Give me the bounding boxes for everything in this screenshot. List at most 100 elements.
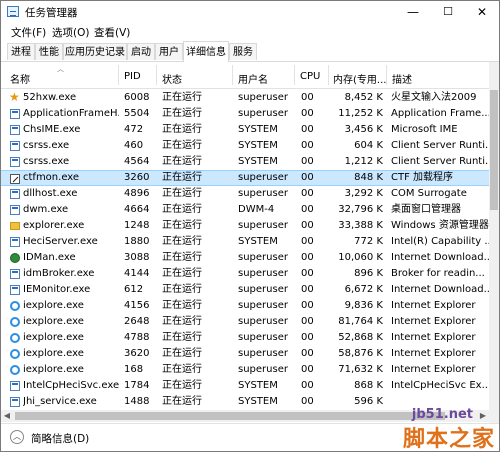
column-header-description[interactable]: 描述 [387,62,489,88]
internet-explorer-icon [10,317,20,327]
process-pid: 4144 [124,268,150,279]
process-name: idmBroker.exe [23,268,95,279]
close-button[interactable]: ✕ [465,1,499,23]
window-icon [10,109,20,119]
window-icon [10,237,20,247]
process-cpu: 00 [301,108,314,119]
process-memory: 32,796 K [338,204,383,215]
table-row[interactable]: iexplore.exe 3620 正在运行 superuser 00 58,876 K I… [1,346,489,362]
window-icon [10,189,20,199]
vertical-scrollbar[interactable] [489,62,499,423]
process-memory: 71,632 K [338,364,383,375]
process-user: superuser [238,316,288,327]
menu-view[interactable]: 查看(V) [94,25,130,40]
process-memory: 896 K [354,268,383,279]
process-memory: 868 K [354,380,383,391]
internet-explorer-icon [10,301,20,311]
process-name: iexplore.exe [23,316,84,327]
menu-file[interactable]: 文件(F) [11,25,46,40]
tab-startup[interactable]: 启动 [127,43,155,60]
process-memory: 8,452 K [344,92,383,103]
column-header-pid[interactable]: PID [119,62,157,88]
process-pid: 6008 [124,92,150,103]
process-description: Internet Download... [391,252,489,263]
process-pid: 1784 [124,380,150,391]
table-header: ︿ 名称 PID 状态 用户名 CPU 内存(专用... 描述 [1,62,489,89]
process-status: 正在运行 [162,204,202,215]
task-manager-icon [7,6,19,17]
process-name: dllhost.exe [23,188,78,199]
table-row[interactable]: ChsIME.exe 472 正在运行 SYSTEM 00 3,456 K Microsof… [1,122,489,138]
column-header-name[interactable]: ︿ 名称 [1,62,119,88]
table-row[interactable]: dwm.exe 4664 正在运行 DWM-4 00 32,796 K 桌面窗口管理器 [1,202,489,218]
tab-processes[interactable]: 进程 [7,43,35,60]
process-status: 正在运行 [162,140,202,151]
table-row[interactable]: iexplore.exe 4156 正在运行 superuser 00 9,836 K In… [1,298,489,314]
window-icon [10,157,20,167]
table-row[interactable]: iexplore.exe 4788 正在运行 superuser 00 52,868 K I… [1,330,489,346]
process-pid: 5504 [124,108,150,119]
vertical-scrollbar-thumb[interactable] [490,90,498,210]
maximize-button[interactable]: ☐ [431,1,465,23]
fewer-details-link[interactable]: 简略信息(D) [31,431,89,446]
process-status: 正在运行 [162,348,202,359]
process-description: Client Server Runti... [391,140,489,151]
table-row[interactable]: IntelCpHeciSvc.exe 1784 正在运行 SYSTEM 00 868 K I… [1,378,489,394]
process-status: 正在运行 [162,188,202,199]
watermark-brand: 脚本之家 [402,427,495,452]
process-memory: 3,292 K [344,188,383,199]
process-pid: 3620 [124,348,150,359]
table-row[interactable]: IEMonitor.exe 612 正在运行 superuser 00 6,672 K In… [1,282,489,298]
table-row[interactable]: ApplicationFrameH... 5504 正在运行 superuser 00 1… [1,106,489,122]
table-row[interactable]: csrss.exe 4564 正在运行 SYSTEM 00 1,212 K Client S… [1,154,489,170]
table-row[interactable]: iexplore.exe 2648 正在运行 superuser 00 81,764 K I… [1,314,489,330]
process-pid: 472 [124,124,144,135]
menu-options[interactable]: 选项(O) [52,25,89,40]
column-header-memory[interactable]: 内存(专用... [329,62,387,88]
table-row[interactable]: iexplore.exe 168 正在运行 superuser 00 71,632 K In… [1,362,489,378]
process-description: Client Server Runti... [391,156,489,167]
process-user: superuser [238,220,288,231]
pen-icon [10,174,20,184]
table-row[interactable]: csrss.exe 460 正在运行 SYSTEM 00 604 K Client Serv… [1,138,489,154]
minimize-button[interactable]: — [396,1,430,23]
process-cpu: 00 [301,156,314,167]
process-name: csrss.exe [23,140,70,151]
process-pid: 460 [124,140,144,151]
process-description: Application Frame... [391,108,489,119]
window-icon [10,141,20,151]
process-user: superuser [238,108,288,119]
process-name: csrss.exe [23,156,70,167]
scroll-left-icon[interactable]: ◀ [1,410,13,422]
table-row[interactable]: explorer.exe 1248 正在运行 superuser 00 33,388 K W… [1,218,489,234]
process-name: 52hxw.exe [23,92,77,103]
tab-users[interactable]: 用户 [155,43,183,60]
process-status: 正在运行 [162,220,202,231]
table-row[interactable]: idmBroker.exe 4144 正在运行 superuser 00 896 K Bro… [1,266,489,282]
tab-performance[interactable]: 性能 [35,43,63,60]
tab-app-history[interactable]: 应用历史记录 [63,43,127,60]
table-row[interactable]: dllhost.exe 4896 正在运行 superuser 00 3,292 K COM… [1,186,489,202]
process-description: Internet Explorer [391,364,476,375]
window-icon [10,381,20,391]
table-row[interactable]: HeciServer.exe 1880 正在运行 SYSTEM 00 772 K Intel… [1,234,489,250]
tab-details[interactable]: 详细信息 [183,41,229,62]
column-header-status[interactable]: 状态 [157,62,233,88]
table-row[interactable]: IDMan.exe 3088 正在运行 superuser 00 10,060 K Inte… [1,250,489,266]
process-description: Windows 资源管理器 [391,220,489,231]
chevron-up-icon[interactable]: ︿ [10,430,24,444]
process-name: HeciServer.exe [23,236,98,247]
process-user: superuser [238,284,288,295]
column-header-username[interactable]: 用户名 [233,62,295,88]
table-row[interactable]: ctfmon.exe 3260 正在运行 superuser 00 848 K CTF 加载… [1,170,489,186]
process-cpu: 00 [301,236,314,247]
process-description: Internet Explorer [391,332,476,343]
process-cpu: 00 [301,268,314,279]
process-status: 正在运行 [162,268,202,279]
process-name: ChsIME.exe [23,124,81,135]
process-pid: 1880 [124,236,150,247]
column-header-cpu[interactable]: CPU [295,62,329,88]
tab-services[interactable]: 服务 [229,43,257,60]
process-status: 正在运行 [162,396,202,407]
table-row[interactable]: ★ 52hxw.exe 6008 正在运行 superuser 00 8,452 K 火星文输… [1,90,489,106]
